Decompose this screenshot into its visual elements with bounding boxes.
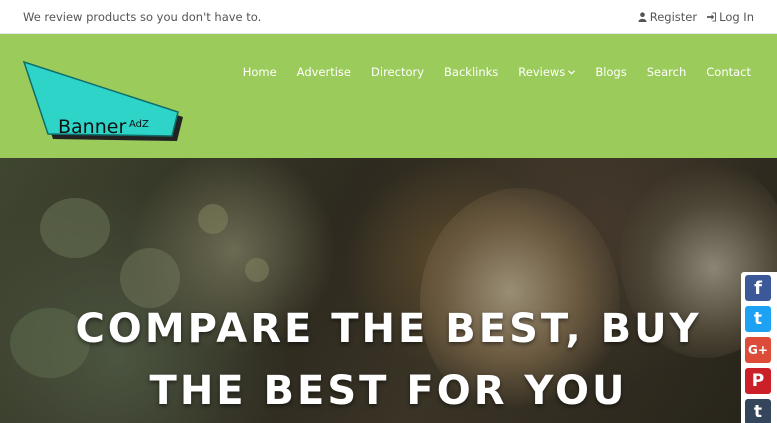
user-icon	[638, 12, 647, 22]
nav-home[interactable]: Home	[243, 65, 277, 79]
nav-contact-label: Contact	[706, 65, 751, 79]
top-bar: We review products so you don't have to.…	[0, 0, 777, 34]
logo-subtext: AdZ	[129, 119, 149, 130]
hero-heading: COMPARE THE BEST, BUY THE BEST FOR YOU	[0, 298, 777, 422]
login-link[interactable]: Log In	[707, 10, 754, 24]
nav-directory[interactable]: Directory	[371, 65, 424, 79]
nav-backlinks[interactable]: Backlinks	[444, 65, 498, 79]
nav-backlinks-label: Backlinks	[444, 65, 499, 79]
hero-heading-line2: THE BEST FOR YOU	[149, 368, 628, 414]
facebook-glyph: f	[754, 277, 762, 299]
hero-heading-line1: COMPARE THE BEST, BUY	[75, 306, 702, 352]
nav-advertise[interactable]: Advertise	[297, 65, 351, 79]
nav-reviews[interactable]: Reviews	[518, 65, 576, 79]
nav-blogs[interactable]: Blogs	[595, 65, 626, 79]
logo-graphic: Banner AdZ	[22, 60, 183, 141]
auth-links: Register Log In	[638, 10, 754, 24]
facebook-icon[interactable]: f	[745, 275, 771, 301]
nav-advertise-label: Advertise	[296, 65, 352, 79]
main-nav: Home Advertise Directory Backlinks Revie…	[243, 65, 751, 79]
bokeh-dot	[40, 198, 110, 258]
register-link[interactable]: Register	[638, 10, 697, 24]
nav-search-label: Search	[646, 65, 687, 79]
hero-banner: COMPARE THE BEST, BUY THE BEST FOR YOU	[0, 158, 777, 423]
nav-home-label: Home	[242, 65, 277, 79]
bokeh-dot	[198, 204, 228, 234]
social-share-bar: f t G+ P t	[741, 272, 777, 423]
tumblr-glyph: t	[753, 402, 763, 422]
register-label: Register	[649, 10, 698, 24]
logo-text: Banner	[58, 116, 126, 138]
banneradz-logo[interactable]: Banner AdZ	[22, 58, 184, 168]
tumblr-icon[interactable]: t	[745, 399, 771, 423]
pinterest-icon[interactable]: P	[745, 368, 771, 394]
nav-search[interactable]: Search	[647, 65, 687, 79]
chevron-down-icon	[568, 69, 576, 75]
site-header: Banner AdZ Home Advertise Directory Back…	[0, 34, 777, 158]
google-plus-glyph: G+	[748, 343, 768, 357]
google-plus-icon[interactable]: G+	[745, 337, 771, 363]
nav-blogs-label: Blogs	[595, 65, 627, 79]
nav-directory-label: Directory	[371, 65, 425, 79]
sign-in-icon	[707, 12, 717, 22]
nav-reviews-label: Reviews	[518, 65, 566, 79]
login-label: Log In	[719, 10, 754, 24]
bokeh-dot	[245, 258, 269, 282]
tagline: We review products so you don't have to.	[23, 10, 262, 24]
twitter-icon[interactable]: t	[745, 306, 771, 332]
nav-contact[interactable]: Contact	[706, 65, 751, 79]
pinterest-glyph: P	[751, 371, 765, 391]
twitter-glyph: t	[753, 309, 763, 329]
